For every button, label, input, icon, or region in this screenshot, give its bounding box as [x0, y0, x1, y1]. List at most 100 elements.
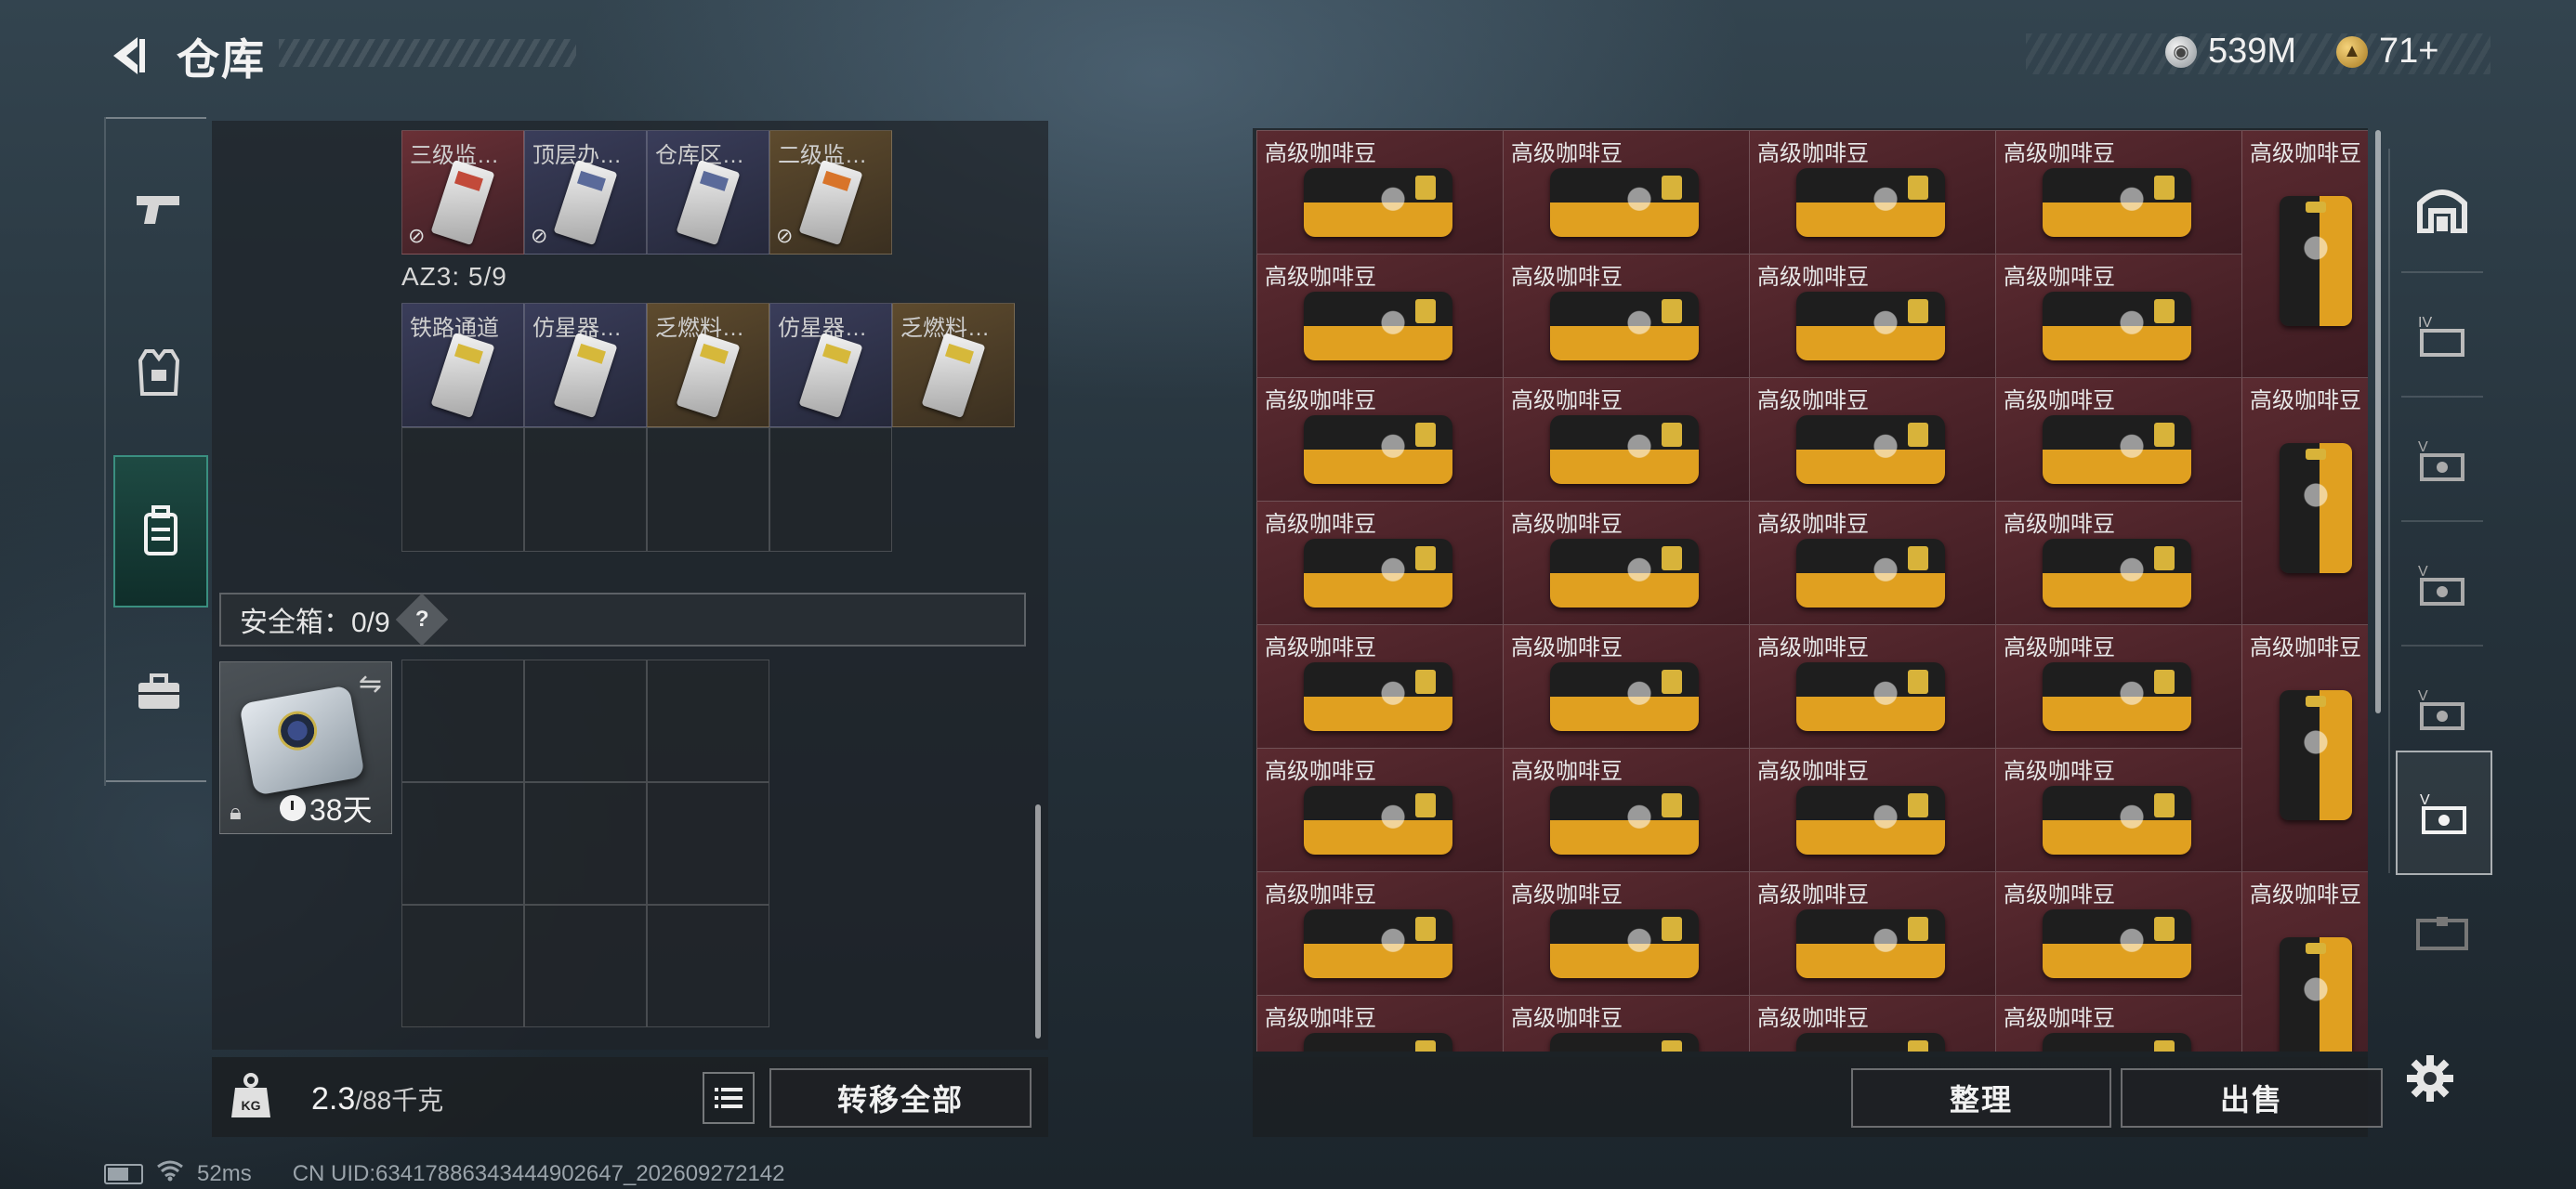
item-label: 高级咖啡豆: [2004, 388, 2115, 413]
item-label: 高级咖啡豆: [1757, 635, 1869, 660]
stash-item-coffee-bag[interactable]: 高级咖啡豆: [1995, 377, 2243, 503]
item-label: 高级咖啡豆: [2250, 635, 2361, 660]
empty-slot[interactable]: [524, 782, 647, 905]
keycard-slot[interactable]: 三级监狱… ⊘: [401, 130, 524, 255]
item-label: 高级咖啡豆: [2250, 141, 2361, 166]
left-scrollbar[interactable]: [1035, 804, 1041, 1039]
stash-item-coffee-bag[interactable]: 高级咖啡豆: [1749, 748, 1997, 873]
empty-slot[interactable]: [647, 660, 769, 782]
stash-item-coffee-bag[interactable]: 高级咖啡豆: [1995, 748, 2243, 873]
category-containers[interactable]: [113, 455, 208, 608]
safebox-image: [239, 685, 365, 796]
list-view-button[interactable]: [703, 1072, 755, 1124]
stash-item-coffee-bag[interactable]: 高级咖啡豆: [1749, 995, 1997, 1052]
empty-slot[interactable]: [401, 427, 524, 552]
stash-item-coffee-bag[interactable]: 高级咖啡豆: [1256, 377, 1505, 503]
stash-tab-iv[interactable]: IV: [2396, 275, 2489, 396]
stash-item-coffee-bag[interactable]: 高级咖啡豆: [1256, 501, 1505, 626]
stash-item-coffee-bag[interactable]: 高级咖啡豆: [1995, 501, 2243, 626]
gold-amount: 71+: [2379, 32, 2439, 71]
stash-item-coffee-bag[interactable]: 高级咖啡豆: [1503, 377, 1751, 503]
stash-item-coffee-bag[interactable]: 高级咖啡豆: [1503, 624, 1751, 750]
stash-item-coffee-bag[interactable]: 高级咖啡豆: [1995, 624, 2243, 750]
lock-icon: 🔒︎: [230, 800, 242, 825]
stash-item-coffee-bag[interactable]: 高级咖啡豆: [1995, 254, 2243, 379]
settings-button[interactable]: [2398, 1046, 2463, 1111]
stash-item-coffee-bag-tall[interactable]: 高级咖啡豆: [2241, 377, 2368, 626]
battery-icon: [104, 1163, 143, 1184]
stash-item-coffee-bag[interactable]: 高级咖啡豆: [1503, 254, 1751, 379]
stash-item-coffee-bag[interactable]: 高级咖啡豆: [1256, 995, 1505, 1052]
svg-text:V: V: [2420, 792, 2430, 808]
sell-button[interactable]: 出售: [2121, 1068, 2383, 1128]
stash-tab-v1[interactable]: V: [2396, 399, 2489, 520]
stash-scrollbar[interactable]: [2375, 130, 2381, 713]
help-button[interactable]: ?: [395, 593, 449, 647]
keycard-slot[interactable]: 顶层办公间 ⊘: [524, 130, 647, 255]
stash-item-coffee-bag[interactable]: 高级咖啡豆: [1256, 871, 1505, 997]
category-supplies[interactable]: [113, 641, 204, 743]
empty-slot[interactable]: [401, 660, 524, 782]
stash-item-coffee-bag-tall[interactable]: 高级咖啡豆: [2241, 130, 2368, 379]
empty-slot[interactable]: [647, 905, 769, 1027]
keycard-slot[interactable]: 二级监狱… ⊘: [769, 130, 892, 255]
stash-item-coffee-bag[interactable]: 高级咖啡豆: [1749, 624, 1997, 750]
stash-item-coffee-bag[interactable]: 高级咖啡豆: [1256, 130, 1505, 255]
stash-item-coffee-bag[interactable]: 高级咖啡豆: [1749, 130, 1997, 255]
stash-item-coffee-bag[interactable]: 高级咖啡豆: [1503, 130, 1751, 255]
item-label: 高级咖啡豆: [2004, 882, 2115, 908]
stash-item-coffee-bag[interactable]: 高级咖啡豆: [1995, 995, 2243, 1052]
stash-item-coffee-bag[interactable]: 高级咖啡豆: [1503, 995, 1751, 1052]
keycard-slot[interactable]: 仿星器控…: [769, 303, 892, 427]
gold-currency[interactable]: ▲ 71+: [2336, 32, 2438, 72]
sort-button[interactable]: 整理: [1851, 1068, 2111, 1128]
keycard-slot[interactable]: 铁路通道: [401, 303, 524, 427]
keycard-slot[interactable]: 仿星器控…: [524, 303, 647, 427]
stash-item-coffee-bag-tall[interactable]: 高级咖啡豆: [2241, 871, 2368, 1052]
stash-item-coffee-bag[interactable]: 高级咖啡豆: [1995, 130, 2243, 255]
stash-tab-locked[interactable]: [2396, 882, 2489, 985]
back-button[interactable]: [100, 28, 156, 84]
stash-item-coffee-bag[interactable]: 高级咖啡豆: [1503, 871, 1751, 997]
keycard-slot[interactable]: 乏燃料厂…: [647, 303, 769, 427]
stash-item-coffee-bag[interactable]: 高级咖啡豆: [1749, 871, 1997, 997]
stash-tab-v4[interactable]: V: [2396, 751, 2492, 875]
swap-icon[interactable]: ⇋: [359, 668, 382, 700]
safebox-item[interactable]: ⇋ 🔒︎ 38天: [219, 661, 392, 834]
transfer-all-button[interactable]: 转移全部: [769, 1068, 1032, 1128]
safebox-capacity: 安全箱：0/9: [240, 608, 390, 638]
category-weapons[interactable]: [113, 158, 204, 260]
keycard-slot[interactable]: 乏燃料厂…: [892, 303, 1015, 427]
stash-tab-v2[interactable]: V: [2396, 524, 2489, 645]
stash-item-coffee-bag[interactable]: 高级咖啡豆: [1749, 254, 1997, 379]
empty-slot[interactable]: [524, 660, 647, 782]
stash-item-coffee-bag-tall[interactable]: 高级咖啡豆: [2241, 624, 2368, 873]
stash-item-coffee-bag[interactable]: 高级咖啡豆: [1995, 871, 2243, 997]
empty-slot[interactable]: [524, 905, 647, 1027]
category-armor[interactable]: [113, 321, 204, 424]
empty-slot[interactable]: [524, 427, 647, 552]
empty-slot[interactable]: [769, 427, 892, 552]
empty-slot[interactable]: [401, 782, 524, 905]
stash-item-coffee-bag[interactable]: 高级咖啡豆: [1503, 501, 1751, 626]
stash-item-coffee-bag[interactable]: 高级咖啡豆: [1256, 624, 1505, 750]
keycard-grid-az3: 铁路通道 仿星器控… 乏燃料厂… 仿星器控… 乏燃料厂…: [401, 303, 1015, 552]
empty-slot[interactable]: [401, 905, 524, 1027]
keycard-slot[interactable]: 仓库区监…: [647, 130, 769, 255]
stash-item-coffee-bag[interactable]: 高级咖啡豆: [1256, 254, 1505, 379]
keycard-image: [921, 332, 986, 419]
empty-slot[interactable]: [647, 427, 769, 552]
coffee-bag-image: [1796, 415, 1945, 484]
stash-item-coffee-bag[interactable]: 高级咖啡豆: [1749, 377, 1997, 503]
coffee-bag-image: [2043, 415, 2191, 484]
item-label: 高级咖啡豆: [1511, 512, 1623, 537]
item-label: 高级咖啡豆: [1265, 635, 1376, 660]
coffee-bag-image: [1304, 168, 1452, 237]
coffee-bag-image: [1304, 786, 1452, 855]
stash-tab-all[interactable]: [2396, 149, 2489, 269]
stash-item-coffee-bag[interactable]: 高级咖啡豆: [1749, 501, 1997, 626]
svg-text:V: V: [2418, 564, 2428, 580]
empty-slot[interactable]: [647, 782, 769, 905]
stash-item-coffee-bag[interactable]: 高级咖啡豆: [1256, 748, 1505, 873]
stash-item-coffee-bag[interactable]: 高级咖啡豆: [1503, 748, 1751, 873]
